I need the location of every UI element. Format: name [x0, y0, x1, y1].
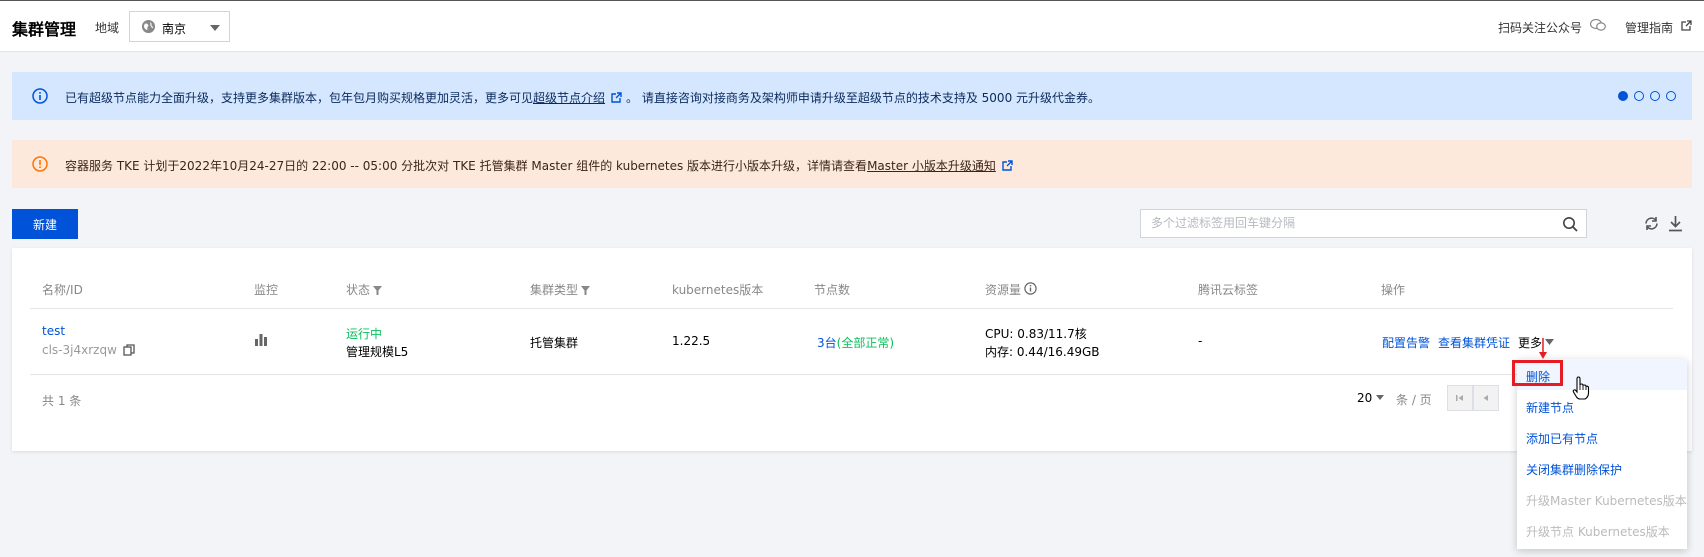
- external-link-icon: [1681, 20, 1692, 31]
- menu-item-upgrade-master: 升级Master Kubernetes版本: [1526, 494, 1687, 508]
- menu-item-new-node[interactable]: 新建节点: [1526, 399, 1574, 416]
- info-text-after: 。 请直接咨询对接商务及架构师申请升级至超级节点的技术支持及 5000 元升级代…: [626, 91, 1101, 105]
- filter-icon[interactable]: [581, 286, 591, 295]
- cpu-usage: CPU: 0.83/11.7核: [985, 327, 1087, 341]
- warning-banner: 容器服务 TKE 计划于2022年10月24-27日的 22:00 -- 05:…: [12, 140, 1692, 188]
- master-upgrade-link[interactable]: Master 小版本升级通知: [867, 159, 996, 173]
- page-title: 集群管理: [12, 20, 77, 39]
- first-page-button[interactable]: [1447, 385, 1473, 411]
- refresh-icon[interactable]: [1643, 215, 1660, 232]
- search-input[interactable]: [1151, 216, 1551, 230]
- menu-item-add-existing-node[interactable]: 添加已有节点: [1526, 430, 1598, 447]
- warning-text-before: 容器服务 TKE 计划于2022年10月24-27日的 22:00 -- 05:…: [65, 159, 868, 173]
- pagination-total: 共 1 条: [42, 394, 82, 408]
- col-header-resources-label: 资源量: [985, 283, 1022, 297]
- prev-page-button[interactable]: [1473, 385, 1499, 411]
- external-link-icon: [611, 92, 622, 103]
- chevron-left-icon: [1483, 395, 1488, 401]
- page-size-select[interactable]: 20: [1357, 391, 1385, 405]
- copy-icon[interactable]: [123, 344, 135, 356]
- region-value: 南京: [162, 22, 187, 36]
- view-credential-link[interactable]: 查看集群凭证: [1438, 334, 1510, 351]
- highlight-box: [1512, 360, 1563, 386]
- node-health: (全部正常): [836, 336, 895, 350]
- cluster-scale: 管理规模L5: [346, 345, 409, 359]
- col-header-type[interactable]: 集群类型: [530, 281, 591, 298]
- menu-item-disable-delete-protection[interactable]: 关闭集群删除保护: [1526, 461, 1622, 478]
- cluster-table: 名称/ID 监控 状态 集群类型 kubernetes版本 节点数 资源量 腾讯…: [12, 248, 1692, 451]
- memory-usage: 内存: 0.44/16.49GB: [985, 345, 1100, 359]
- node-count-link[interactable]: 3台: [817, 336, 837, 350]
- globe-icon: [141, 19, 156, 34]
- carousel-dot[interactable]: [1666, 91, 1676, 101]
- carousel-dot[interactable]: [1634, 91, 1644, 101]
- info-banner: 已有超级节点能力全面升级，支持更多集群版本，包年包月购买规格更加灵活，更多可见超…: [12, 72, 1692, 120]
- col-header-resources: 资源量: [985, 281, 1037, 298]
- col-header-status-label: 状态: [346, 283, 371, 297]
- carousel-dot[interactable]: [1650, 91, 1660, 101]
- row-divider: [30, 374, 1673, 375]
- status-running: 运行中: [346, 327, 383, 341]
- cluster-id: cls-3j4xrzqw: [42, 343, 135, 357]
- col-header-name: 名称/ID: [42, 283, 83, 297]
- cluster-tags: -: [1198, 334, 1203, 348]
- k8s-version: 1.22.5: [672, 334, 711, 348]
- warning-banner-text: 容器服务 TKE 计划于2022年10月24-27日的 22:00 -- 05:…: [65, 157, 1017, 174]
- more-actions-menu: 删除 新建节点 添加已有节点 关闭集群删除保护 升级Master Kuberne…: [1517, 359, 1687, 549]
- filter-icon[interactable]: [373, 286, 383, 295]
- col-header-version: kubernetes版本: [672, 283, 764, 297]
- carousel-dots: [1618, 91, 1676, 101]
- page-size-unit: 条 / 页: [1396, 393, 1432, 407]
- info-icon[interactable]: [1024, 282, 1037, 295]
- more-actions-dropdown[interactable]: 更多: [1518, 334, 1555, 351]
- red-arrow-annotation: [1539, 338, 1547, 359]
- cluster-name-link[interactable]: test: [42, 324, 65, 338]
- info-banner-text: 已有超级节点能力全面升级，支持更多集群版本，包年包月购买规格更加灵活，更多可见超…: [65, 89, 1100, 106]
- col-header-status[interactable]: 状态: [346, 281, 383, 298]
- config-alarm-link[interactable]: 配置告警: [1382, 334, 1430, 351]
- wechat-icon: [1590, 18, 1606, 31]
- header-divider: [30, 308, 1673, 309]
- info-text-before: 已有超级节点能力全面升级，支持更多集群版本，包年包月购买规格更加灵活，更多可见: [65, 91, 534, 105]
- col-header-tags: 腾讯云标签: [1198, 283, 1259, 297]
- info-icon: [32, 88, 48, 104]
- external-link-icon: [1002, 160, 1013, 171]
- qr-follow-link[interactable]: 扫码关注公众号: [1498, 19, 1582, 36]
- chevron-down-icon: [210, 25, 220, 31]
- cluster-type: 托管集群: [530, 336, 579, 350]
- hand-cursor-icon: [1572, 376, 1590, 400]
- new-cluster-button[interactable]: 新建: [12, 209, 78, 239]
- page-size-value: 20: [1357, 391, 1373, 405]
- search-icon[interactable]: [1562, 216, 1578, 232]
- bar-chart-icon[interactable]: [254, 332, 268, 346]
- col-header-actions: 操作: [1381, 283, 1406, 297]
- col-header-type-label: 集群类型: [530, 283, 579, 297]
- region-label: 地域: [95, 21, 120, 35]
- chevron-down-icon: [1376, 395, 1385, 400]
- download-icon[interactable]: [1668, 215, 1683, 232]
- cluster-id-text: cls-3j4xrzqw: [42, 343, 117, 357]
- col-header-nodes: 节点数: [814, 283, 851, 297]
- top-header: 集群管理 地域 南京 扫码关注公众号 管理指南: [0, 1, 1704, 52]
- warning-icon: [32, 156, 48, 172]
- region-select[interactable]: 南京: [129, 11, 230, 42]
- carousel-dot[interactable]: [1618, 91, 1628, 101]
- node-count: 3台(全部正常): [817, 334, 894, 351]
- menu-item-upgrade-node: 升级节点 Kubernetes版本: [1526, 525, 1670, 539]
- guide-link[interactable]: 管理指南: [1625, 19, 1673, 36]
- search-box: [1140, 209, 1587, 238]
- col-header-monitor: 监控: [254, 283, 279, 297]
- super-node-link[interactable]: 超级节点介绍: [533, 91, 605, 105]
- first-page-icon: [1456, 395, 1463, 401]
